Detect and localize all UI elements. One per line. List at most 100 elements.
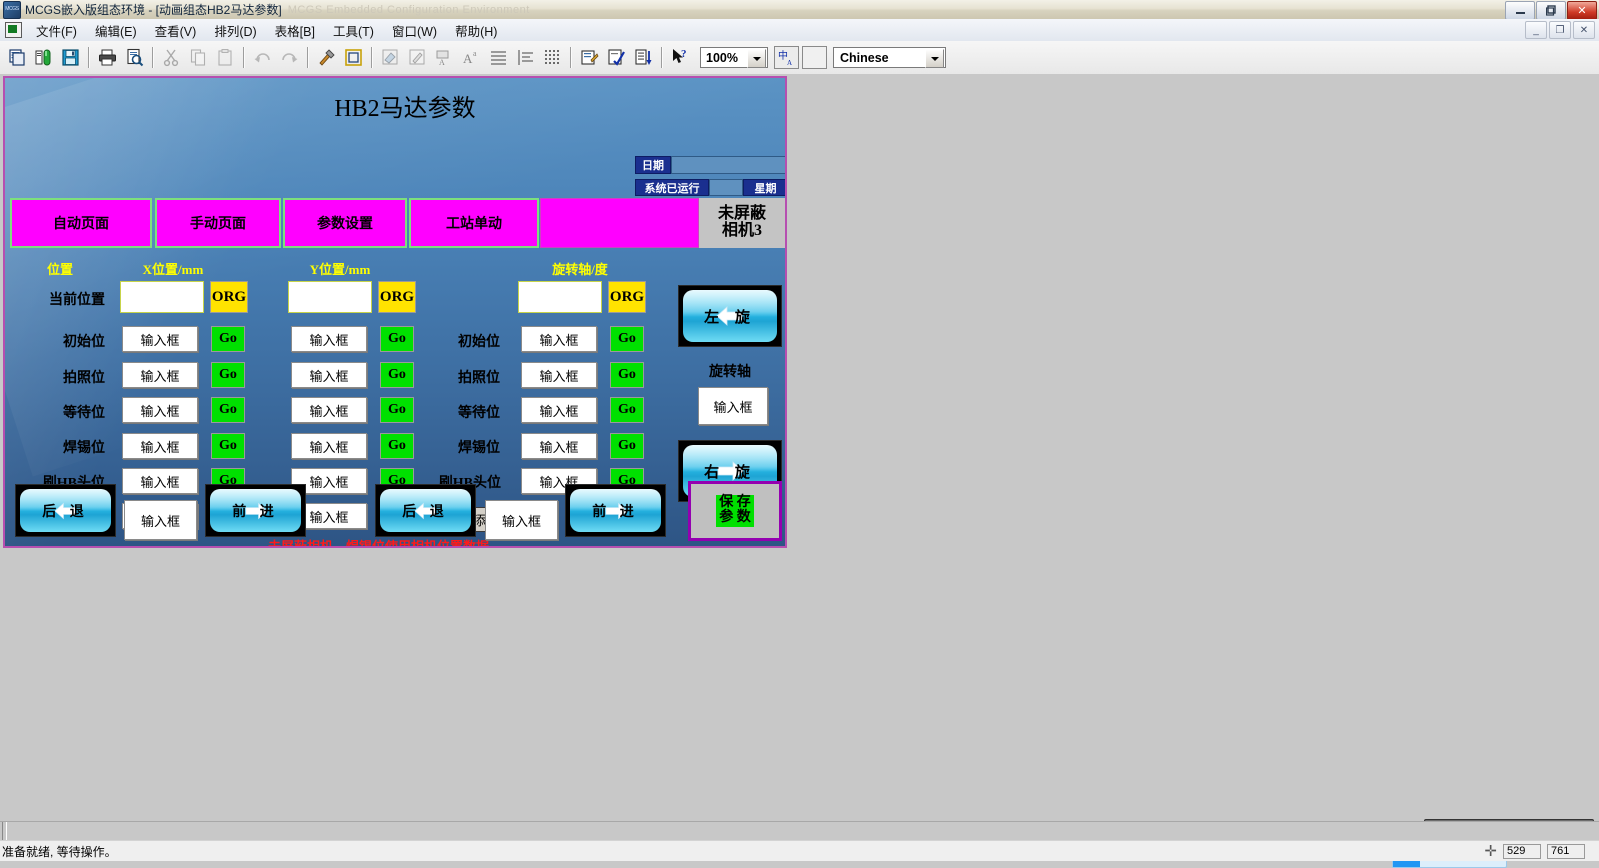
menu-item-table[interactable]: 表格[B] <box>266 19 324 42</box>
menu-item-window[interactable]: 窗口(W) <box>383 19 446 42</box>
menu-item-file[interactable]: 文件(F) <box>27 19 86 42</box>
maximize-button[interactable] <box>1536 1 1566 20</box>
toolbar-separator <box>307 47 309 68</box>
zoom-level-combobox[interactable]: 100% <box>700 47 768 68</box>
tools-icon[interactable] <box>314 45 339 70</box>
mdi-close-button[interactable]: ✕ <box>1573 21 1595 39</box>
edit-style-icon <box>405 45 430 70</box>
current-rot-value-field[interactable] <box>518 281 602 313</box>
properties-icon[interactable] <box>577 45 602 70</box>
rot-input-home[interactable]: 输入框 <box>521 326 597 352</box>
y-input-wait[interactable]: 输入框 <box>291 397 367 423</box>
go-button-y-photo[interactable]: Go <box>380 362 414 388</box>
menu-item-tools[interactable]: 工具(T) <box>324 19 383 42</box>
rotation-axis-label: 旋转轴 <box>709 365 751 380</box>
window-controls: ✕ <box>1504 1 1599 20</box>
go-button-x-home[interactable]: Go <box>211 326 245 352</box>
x-input-home[interactable]: 输入框 <box>122 326 198 352</box>
y-forward-label: 前 进 <box>592 504 639 520</box>
toolbar-blank-box <box>802 46 827 69</box>
row-label-xy-solder: 焊锡位 <box>63 441 105 456</box>
row-label-xy-wait: 等待位 <box>63 406 105 421</box>
check-icon[interactable] <box>604 45 629 70</box>
x-input-wait[interactable]: 输入框 <box>122 397 198 423</box>
close-button[interactable]: ✕ <box>1567 1 1597 20</box>
crosshair-icon: ✛ <box>1484 843 1497 860</box>
print-preview-icon[interactable] <box>122 45 147 70</box>
coordinate-y-value: 761 <box>1547 843 1585 859</box>
go-button-y-home[interactable]: Go <box>380 326 414 352</box>
y-speed-input[interactable]: 输入框 <box>485 500 558 540</box>
x-forward-label: 前 进 <box>232 504 279 520</box>
org-button-x[interactable]: ORG <box>210 281 248 313</box>
y-input-photo[interactable]: 输入框 <box>291 362 367 388</box>
go-button-rot-photo[interactable]: Go <box>610 362 644 388</box>
database-icon[interactable] <box>31 45 56 70</box>
x-input-photo[interactable]: 输入框 <box>122 362 198 388</box>
fill-color-icon <box>378 45 403 70</box>
go-button-rot-home[interactable]: Go <box>610 326 644 352</box>
go-button-y-solder[interactable]: Go <box>380 433 414 459</box>
mdi-minimize-button[interactable]: _ <box>1525 21 1547 39</box>
x-forward-button[interactable]: 前 进 <box>205 484 306 537</box>
menu-item-edit[interactable]: 编辑(E) <box>86 19 146 42</box>
sort-icon[interactable] <box>631 45 656 70</box>
save-parameters-button[interactable]: 保 存 参 数 <box>688 481 782 541</box>
go-button-rot-solder[interactable]: Go <box>610 433 644 459</box>
camera-badge-line2: 相机3 <box>721 222 762 239</box>
new-window-icon[interactable] <box>4 45 29 70</box>
x-input-solder[interactable]: 输入框 <box>122 433 198 459</box>
y-input-solder[interactable]: 输入框 <box>291 433 367 459</box>
menu-item-help[interactable]: 帮助(H) <box>446 19 506 42</box>
org-button-y[interactable]: ORG <box>378 281 416 313</box>
nav-button-parameter-settings[interactable]: 参数设置 <box>283 198 407 248</box>
zoom-dropdown-arrow[interactable] <box>747 49 766 68</box>
current-x-value-field[interactable] <box>120 281 204 313</box>
nav-button-manual-page[interactable]: 手动页面 <box>155 198 281 248</box>
rotate-left-button[interactable]: 左 旋 <box>678 285 782 347</box>
font-icon: Aa <box>459 45 484 70</box>
menu-item-view[interactable]: 查看(V) <box>146 19 206 42</box>
date-label: 日期 <box>635 156 671 174</box>
print-icon[interactable] <box>95 45 120 70</box>
document-icon <box>5 22 22 38</box>
save-icon[interactable] <box>58 45 83 70</box>
nav-button-auto-page[interactable]: 自动页面 <box>10 198 152 248</box>
language-dropdown-arrow[interactable] <box>925 49 944 68</box>
x-speed-input[interactable]: 输入框 <box>124 500 197 540</box>
mdi-restore-button[interactable]: ❐ <box>1549 21 1571 39</box>
rot-input-solder[interactable]: 输入框 <box>521 433 597 459</box>
current-y-value-field[interactable] <box>288 281 372 313</box>
status-bar: 准备就绪, 等待操作。 ✛ 529 761 <box>0 840 1599 861</box>
svg-text:A: A <box>463 51 473 66</box>
go-button-y-wait[interactable]: Go <box>380 397 414 423</box>
go-button-rot-wait[interactable]: Go <box>610 397 644 423</box>
x-input-hb-head[interactable]: 输入框 <box>122 468 198 494</box>
x-backward-label: 后 退 <box>42 504 89 520</box>
frame-icon[interactable] <box>341 45 366 70</box>
status-strip-grip <box>2 822 7 840</box>
nav-button-station-jog[interactable]: 工站单动 <box>409 198 539 248</box>
rot-input-wait[interactable]: 输入框 <box>521 397 597 423</box>
ime-toggle-icon[interactable]: 中A <box>774 46 799 69</box>
go-button-x-wait[interactable]: Go <box>211 397 245 423</box>
y-forward-button[interactable]: 前 进 <box>565 484 666 537</box>
help-pointer-icon[interactable]: ? <box>668 45 693 70</box>
y-backward-button[interactable]: 后 退 <box>375 484 476 537</box>
go-button-x-solder[interactable]: Go <box>211 433 245 459</box>
rot-input-photo[interactable]: 输入框 <box>521 362 597 388</box>
rotation-axis-input[interactable]: 输入框 <box>698 387 768 425</box>
minimize-button[interactable] <box>1505 1 1535 20</box>
go-button-x-photo[interactable]: Go <box>211 362 245 388</box>
y-input-home[interactable]: 输入框 <box>291 326 367 352</box>
menu-item-arrange[interactable]: 排列(D) <box>205 19 265 42</box>
grid-icon[interactable] <box>540 45 565 70</box>
org-button-rot[interactable]: ORG <box>608 281 646 313</box>
align-rows-icon <box>486 45 511 70</box>
coordinate-x-value: 529 <box>1503 843 1541 859</box>
editor-workspace: HB2马达参数 日期 系统已运行 星期 自动页面 手动页面 参数设置 工站单动 … <box>0 74 1599 868</box>
row-label-rot-photo: 拍照位 <box>458 371 500 386</box>
menu-bar: 文件(F) 编辑(E) 查看(V) 排列(D) 表格[B] 工具(T) 窗口(W… <box>0 19 1599 42</box>
language-combobox[interactable]: Chinese <box>833 47 946 68</box>
x-backward-button[interactable]: 后 退 <box>15 484 116 537</box>
